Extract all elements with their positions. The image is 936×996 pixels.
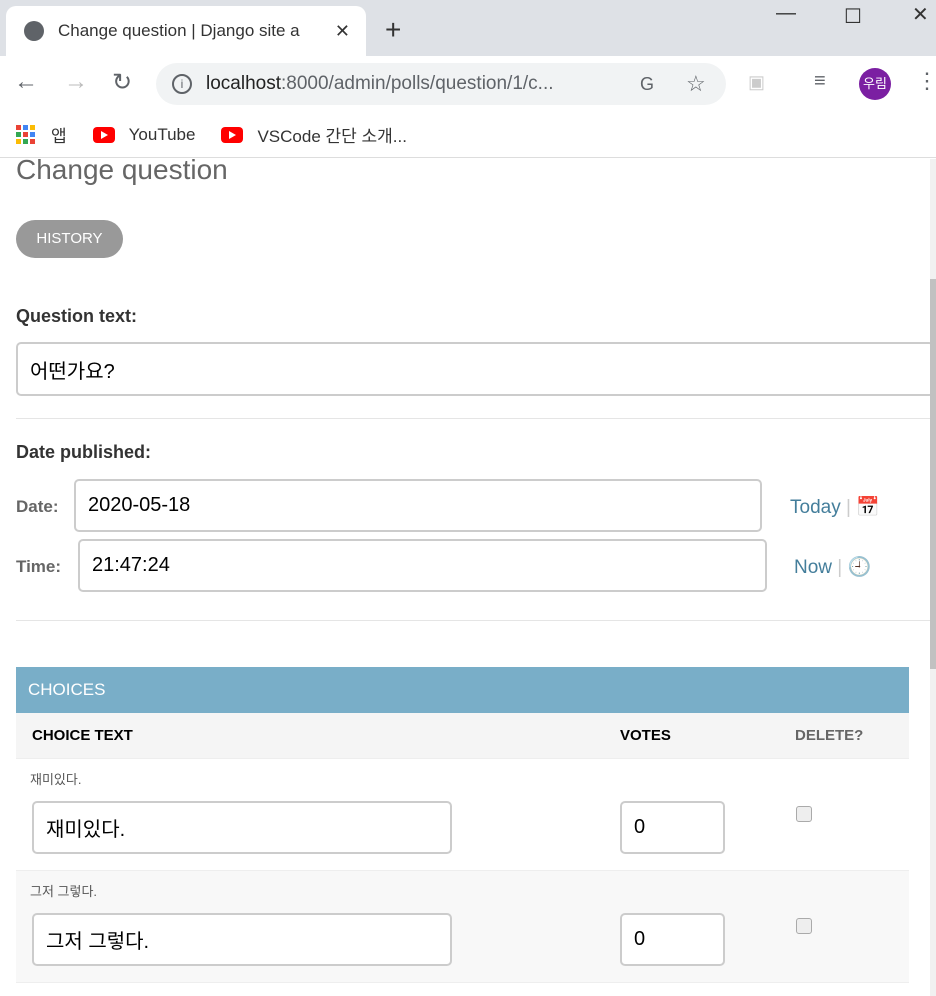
time-label: Time: (16, 557, 62, 576)
address-bar[interactable]: i localhost:8000/admin/polls/question/1/… (156, 63, 726, 105)
date-label: Date: (16, 497, 59, 516)
globe-icon (24, 21, 44, 41)
bookmarks-bar: 앱 YouTube VSCode 간단 소개... (0, 112, 936, 158)
reload-icon[interactable]: ↻ (112, 68, 132, 97)
now-link[interactable]: Now | 🕘 (794, 555, 871, 579)
star-icon[interactable]: ☆ (686, 71, 706, 97)
time-input[interactable]: 21:47:24 (78, 539, 767, 592)
page-title: Change question (16, 159, 228, 185)
scrollbar-thumb[interactable] (930, 279, 936, 669)
bookmark-label: VSCode 간단 소개... (257, 127, 407, 146)
delete-checkbox[interactable] (796, 918, 812, 934)
divider (16, 620, 930, 621)
translate-icon[interactable]: G (640, 74, 654, 95)
table-header: CHOICE TEXT VOTES DELETE? (16, 713, 909, 759)
close-tab-icon[interactable]: ✕ (335, 21, 350, 42)
table-row: 재미있다. 재미있다. 0 (16, 759, 909, 871)
original-text: 그저 그렇다. (30, 884, 98, 899)
back-icon[interactable]: ← (14, 68, 38, 96)
delete-checkbox[interactable] (796, 806, 812, 822)
separator: | (845, 497, 851, 518)
divider (16, 418, 930, 419)
close-window-button[interactable]: ✕ (912, 2, 929, 27)
menu-icon[interactable]: ⋮ (916, 68, 936, 94)
media-icon[interactable]: ≡ (814, 70, 826, 93)
bookmark-label: 앱 (51, 127, 67, 146)
col-votes: VOTES (620, 727, 671, 744)
today-link[interactable]: Today | 📅 (790, 495, 880, 519)
forward-icon[interactable]: → (64, 68, 88, 96)
choice-text-input[interactable]: 그저 그렇다. (32, 913, 452, 966)
votes-input[interactable]: 0 (620, 913, 725, 966)
url-host: localhost (206, 73, 281, 94)
avatar[interactable]: 우림 (859, 68, 891, 100)
extension-icon[interactable]: ▣ (748, 72, 765, 93)
clock-icon[interactable]: 🕘 (848, 557, 872, 578)
separator: | (837, 557, 843, 578)
maximize-button[interactable]: ☐ (844, 4, 862, 29)
choices-header: CHOICES (16, 667, 909, 713)
url-path: :8000/admin/polls/question/1/c... (281, 73, 554, 94)
apps-icon (16, 125, 35, 144)
col-delete: DELETE? (795, 727, 864, 744)
history-button[interactable]: HISTORY (16, 220, 123, 258)
col-choice-text: CHOICE TEXT (32, 727, 133, 744)
bookmark-apps[interactable]: 앱 (16, 122, 67, 147)
bookmark-label: YouTube (128, 124, 196, 144)
info-icon[interactable]: i (172, 74, 192, 94)
minimize-button[interactable]: — (776, 2, 796, 25)
original-text: 재미있다. (30, 772, 82, 787)
youtube-icon (221, 126, 244, 143)
question-text-label: Question text: (16, 306, 138, 326)
browser-tab[interactable]: Change question | Django site a ✕ (6, 6, 366, 56)
bookmark-vscode[interactable]: VSCode 간단 소개... (221, 122, 407, 147)
calendar-icon[interactable]: 📅 (856, 497, 880, 518)
browser-toolbar: ← → ↻ i localhost:8000/admin/polls/quest… (0, 56, 936, 112)
choice-text-input[interactable]: 재미있다. (32, 801, 452, 854)
table-row: 그저 그렇다. 그저 그렇다. 0 (16, 871, 909, 983)
tab-title: Change question | Django site a (58, 21, 300, 40)
tab-bar: Change question | Django site a ✕ + — ☐ … (0, 0, 936, 56)
date-published-label: Date published: (16, 442, 152, 462)
page-content: Change question HISTORY Question text: 어… (0, 159, 930, 996)
date-input[interactable]: 2020-05-18 (74, 479, 762, 532)
votes-input[interactable]: 0 (620, 801, 725, 854)
youtube-icon (92, 126, 115, 143)
now-label[interactable]: Now (794, 557, 832, 578)
question-text-input[interactable]: 어떤가요? (16, 342, 930, 396)
new-tab-button[interactable]: + (385, 14, 401, 46)
choices-inline: CHOICES CHOICE TEXT VOTES DELETE? 재미있다. … (16, 667, 909, 983)
today-label[interactable]: Today (790, 497, 841, 518)
bookmark-youtube[interactable]: YouTube (92, 124, 196, 145)
scrollbar[interactable] (930, 159, 936, 996)
